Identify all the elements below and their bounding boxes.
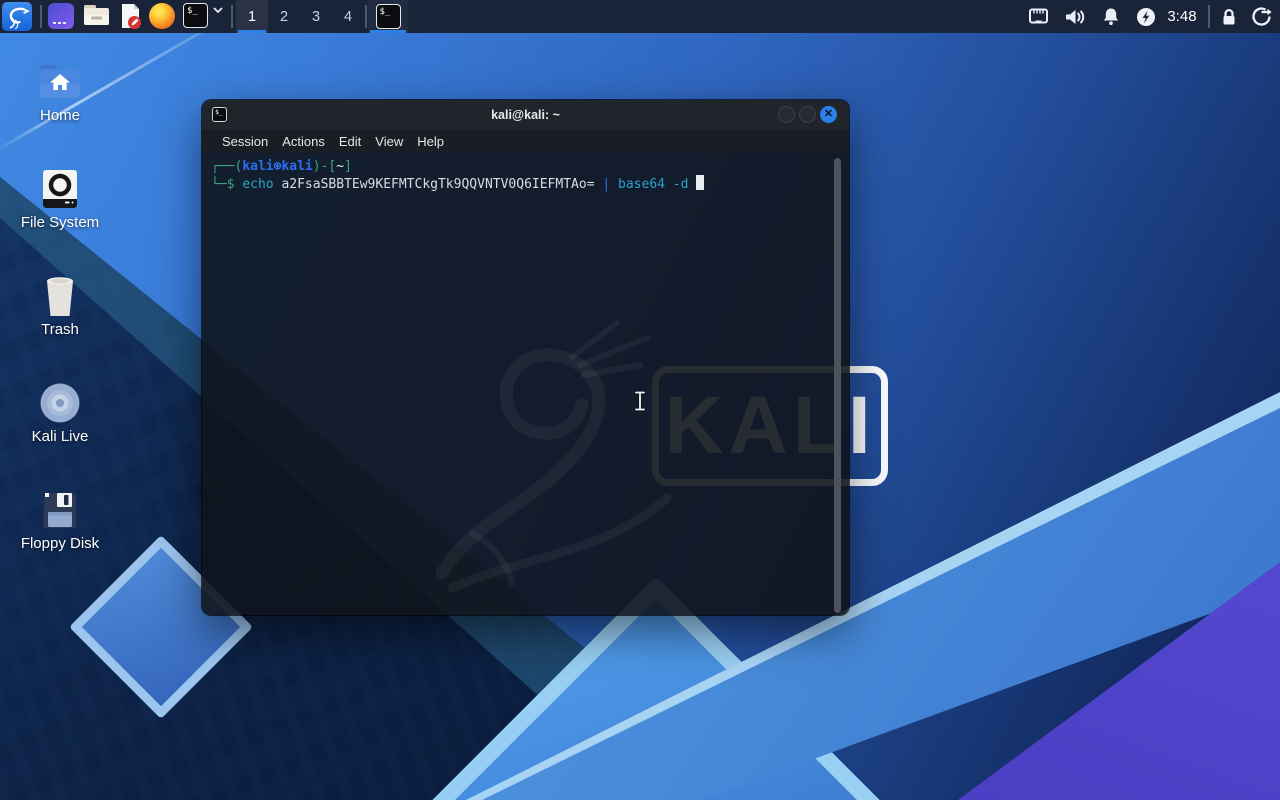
applications-menu-button[interactable] [2,2,32,31]
launcher-firefox[interactable] [149,3,175,29]
workspace-label: 4 [343,8,353,25]
chevron-down-icon [213,7,223,14]
home-folder-icon [38,60,82,104]
prompt-frame: )-[ [312,159,337,174]
command-argument: a2FsaSBBTEw9KEFMTCkgTk9QQVNTV0Q6IEFMTAo= [273,177,603,192]
text-editor-icon [122,4,141,29]
disc-icon [38,381,82,425]
desktop-icon-trash[interactable]: Trash [8,274,112,338]
logout-button[interactable] [1246,0,1276,33]
workspace-3[interactable]: 3 [300,0,332,33]
menu-actions[interactable]: Actions [282,134,325,149]
lock-icon [1223,8,1235,24]
panel-separator [40,5,42,28]
logout-icon [1251,7,1271,26]
desktop-icon-floppy-disk[interactable]: Floppy Disk [8,488,112,552]
terminal-title: kali@kali: ~ [491,108,560,122]
settings-app-icon [48,3,74,29]
terminal-icon: $_ [375,4,401,29]
kali-dragon-watermark [435,320,672,593]
launcher-text-editor[interactable] [119,3,143,30]
volume-icon [1066,9,1085,24]
lock-button[interactable] [1214,0,1244,33]
menu-session[interactable]: Session [222,134,268,149]
prompt-cwd: ~ [336,159,345,174]
launcher-dropdown[interactable] [211,3,225,17]
prompt-frame: ┌──( [211,159,243,174]
desktop-icon-home[interactable]: Home [8,60,112,124]
taskbar-terminal-window[interactable]: $_ [368,0,408,33]
workspace-label: 2 [279,8,289,25]
panel-separator [1208,5,1210,28]
maximize-button[interactable] [799,106,816,123]
desktop-icon-label: Trash [41,321,79,338]
file-manager-icon [84,5,109,25]
launcher-terminal[interactable]: $_ [183,3,208,28]
menu-view[interactable]: View [375,134,403,149]
prompt-frame: ] [344,159,352,174]
minimize-button[interactable] [778,106,795,123]
power-manager-icon [1137,7,1155,26]
drive-icon [38,167,82,211]
kali-menu-icon [9,7,30,30]
volume-tray-button[interactable] [1058,0,1090,33]
desktop-icon-label: Kali Live [31,428,89,445]
menu-help[interactable]: Help [417,134,444,149]
prompt-sigil: └─$ [211,177,243,192]
terminal-titlebar[interactable]: $_ kali@kali: ~ ✕ [202,100,849,130]
launcher-settings-app[interactable] [48,3,74,29]
terminal-menubar: Session Actions Edit View Help [202,130,849,153]
network-tray-button[interactable] [1022,0,1054,33]
network-icon [1028,8,1048,24]
close-button[interactable]: ✕ [820,106,837,123]
command-echo: echo [242,177,274,192]
launcher-file-manager[interactable] [83,3,110,27]
ibeam-cursor [634,390,646,412]
panel-clock[interactable]: 3:48 [1160,0,1204,33]
command-pipe: | [602,177,611,192]
desktop-icon-kali-live[interactable]: Kali Live [8,381,112,445]
workspace-1[interactable]: 1 [236,0,268,33]
menu-edit[interactable]: Edit [339,134,361,149]
trash-icon [38,274,82,318]
panel-separator [365,5,367,28]
kali-desktop: { "colors": { "accent": "#2f7fe8", "pane… [0,0,1280,800]
desktop-icon-file-system[interactable]: File System [8,167,112,231]
desktop-icon-label: File System [20,214,100,231]
workspace-label: 3 [311,8,321,25]
terminal-content[interactable]: ┌──(kali⊛kali)-[~] └─$ echo a2FsaSBBTEw9… [202,153,849,615]
prompt-line-2: └─$ echo a2FsaSBBTEw9KEFMTCkgTk9QQVNTV0Q… [211,175,849,193]
desktop-icon-label: Floppy Disk [20,535,100,552]
prompt-line-1: ┌──(kali⊛kali)-[~] [211,159,849,175]
floppy-icon [38,488,82,532]
desktop-icon-label: Home [39,107,80,124]
command-base64: base64 -d [610,177,697,192]
workspace-label: 1 [247,8,257,25]
workspace-2[interactable]: 2 [268,0,300,33]
terminal-cursor [696,175,705,190]
terminal-scrollbar[interactable] [834,158,841,613]
terminal-icon: $_ [183,3,208,28]
terminal-window: $_ kali@kali: ~ ✕ Session Actions Edit V… [202,100,849,615]
notifications-icon [1103,7,1119,25]
prompt-user-host: kali⊛kali [242,159,313,174]
power-manager-tray-button[interactable] [1130,0,1162,33]
firefox-icon [149,3,175,29]
top-panel: $_ 1 2 3 4 $_ 3:48 [0,0,1280,33]
workspace-4[interactable]: 4 [332,0,364,33]
notifications-tray-button[interactable] [1096,0,1126,33]
panel-separator [231,5,233,28]
